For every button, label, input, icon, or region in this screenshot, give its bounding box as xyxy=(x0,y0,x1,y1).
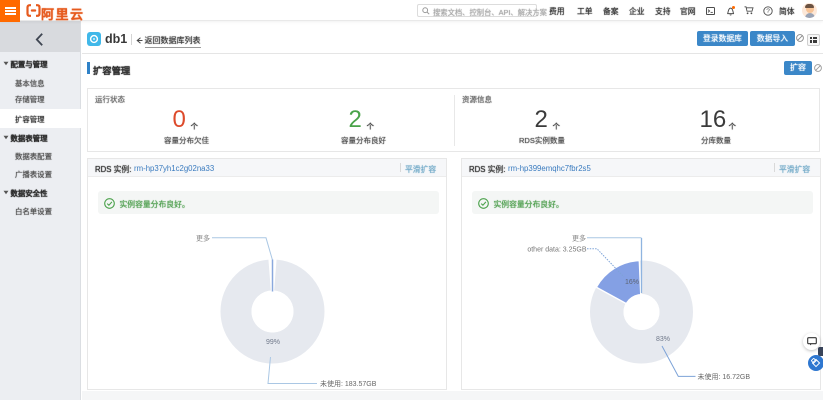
svg-text:?: ? xyxy=(766,8,770,15)
